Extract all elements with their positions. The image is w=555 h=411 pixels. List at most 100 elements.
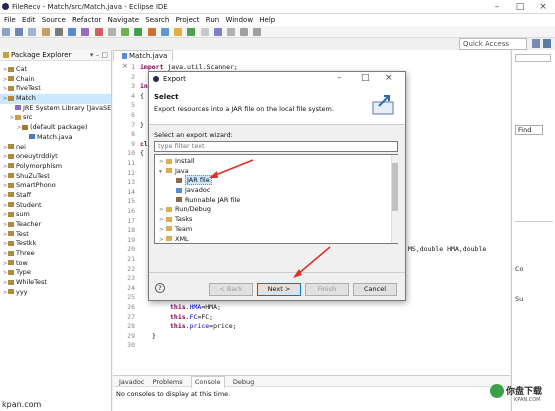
tree-item[interactable]: > Match <box>0 94 111 104</box>
menu-search[interactable]: Search <box>145 14 169 26</box>
java-icon <box>29 134 35 140</box>
step-icon[interactable] <box>107 28 116 36</box>
tree-item[interactable]: > tow <box>0 259 111 269</box>
tab-javadoc[interactable]: Javadoc <box>119 377 144 388</box>
code-line[interactable]: } <box>152 332 156 342</box>
save-icon[interactable] <box>15 28 24 36</box>
tree-item[interactable]: > SmartPhono <box>0 181 111 191</box>
menu-window[interactable]: Window <box>225 14 253 26</box>
debug-icon[interactable] <box>121 28 130 36</box>
wizard-item[interactable]: JAR file <box>155 175 397 186</box>
back-button[interactable]: < Back <box>209 283 253 296</box>
select-icon[interactable] <box>68 28 77 36</box>
menu-navigate[interactable]: Navigate <box>108 14 139 26</box>
tree-item[interactable]: > Type <box>0 268 111 278</box>
minimize-button[interactable]: – <box>486 1 508 13</box>
outline-item[interactable]: Su <box>515 295 523 303</box>
tree-item[interactable]: > Testkk <box>0 239 111 249</box>
close-button[interactable]: × <box>532 1 554 13</box>
new-package-icon[interactable] <box>174 28 183 36</box>
code-line[interactable]: { <box>140 92 144 102</box>
outline-item[interactable]: Co <box>515 265 524 273</box>
wizard-scrollbar[interactable] <box>391 155 398 243</box>
close-button[interactable]: × <box>385 73 393 83</box>
tree-item[interactable]: > fiveTest <box>0 84 111 94</box>
tree-item[interactable]: > nei <box>0 143 111 153</box>
forward-icon[interactable] <box>253 28 262 36</box>
toggle-icon[interactable] <box>54 28 63 36</box>
new-class-icon[interactable] <box>187 28 196 36</box>
code-line[interactable]: MS,double HMA,double <box>408 245 486 255</box>
open-type-icon[interactable] <box>200 28 209 36</box>
help-icon[interactable]: ? <box>155 283 165 293</box>
tree-item[interactable]: > src <box>0 113 111 123</box>
tree-item[interactable]: JRE System Library [JavaSE <box>0 104 111 114</box>
tree-item[interactable]: > Chain <box>0 75 111 85</box>
wizard-item[interactable]: > Team <box>155 225 397 235</box>
wizard-item[interactable]: Runnable JAR file <box>155 196 397 206</box>
external-tools-icon[interactable] <box>147 28 156 36</box>
tab-debug[interactable]: Debug <box>233 377 254 388</box>
run-icon[interactable] <box>134 28 143 36</box>
view-menu-icon[interactable]: ▾ – □ <box>90 50 108 61</box>
finish-button[interactable]: Finish <box>305 283 349 296</box>
menu-project[interactable]: Project <box>176 14 200 26</box>
tree-item[interactable]: > yyy <box>0 288 111 298</box>
wizard-item[interactable]: > Run/Debug <box>155 205 397 215</box>
tree-item[interactable]: > sum <box>0 210 111 220</box>
find-input[interactable]: Find <box>515 125 543 135</box>
tree-item[interactable]: > Test <box>0 230 111 240</box>
code-line[interactable]: this.price=price; <box>170 322 237 332</box>
print-icon[interactable] <box>41 28 50 36</box>
mark-icon[interactable] <box>81 28 90 36</box>
tab-problems[interactable]: Problems <box>153 377 183 388</box>
wizard-item[interactable]: > XML <box>155 235 397 245</box>
tree-item[interactable]: > (default package) <box>0 123 111 133</box>
tab-match-java[interactable]: Match.java × <box>113 50 173 70</box>
wizard-item[interactable]: > Tasks <box>155 215 397 225</box>
annotation-icon[interactable] <box>226 28 235 36</box>
perspective-icon[interactable] <box>532 39 540 48</box>
menu-refactor[interactable]: Refactor <box>72 14 101 26</box>
wizard-item[interactable]: > Install <box>155 157 397 167</box>
code-line[interactable]: { <box>140 149 144 159</box>
maximize-button[interactable]: □ <box>361 73 370 83</box>
tree-item[interactable]: > Student <box>0 201 111 211</box>
next-button[interactable]: Next > <box>257 283 301 296</box>
main-toolbar <box>0 26 555 38</box>
wizard-item[interactable]: Javadoc <box>155 186 397 196</box>
new-java-project-icon[interactable] <box>160 28 169 36</box>
back-icon[interactable] <box>240 28 249 36</box>
search-icon[interactable] <box>213 28 222 36</box>
filter-input[interactable]: type filter text <box>154 141 398 152</box>
save-all-icon[interactable] <box>28 28 37 36</box>
new-icon[interactable] <box>2 28 10 36</box>
java-perspective-icon[interactable] <box>543 39 551 48</box>
tree-item[interactable]: > Staff <box>0 191 111 201</box>
tree-item[interactable]: > WhileTest <box>0 278 111 288</box>
code-line[interactable]: } <box>140 121 144 131</box>
tree-item[interactable]: > Cat <box>0 65 111 75</box>
minimize-button[interactable]: – <box>337 73 342 83</box>
code-line[interactable]: this.FC=FC; <box>170 313 213 323</box>
menu-help[interactable]: Help <box>259 14 275 26</box>
tree-item[interactable]: > Three <box>0 249 111 259</box>
maximize-button[interactable]: □ <box>509 1 531 13</box>
menu-edit[interactable]: Edit <box>22 14 36 26</box>
tree-item[interactable]: > Polymorphism <box>0 162 111 172</box>
tree-item[interactable]: Match.java <box>0 133 111 143</box>
cancel-button[interactable]: Cancel <box>353 283 397 296</box>
java-file-icon <box>122 53 127 59</box>
tree-item[interactable]: > ShuZuTest <box>0 172 111 182</box>
tree-item[interactable]: > oneuytrddiyt <box>0 152 111 162</box>
stop-icon[interactable] <box>94 28 103 36</box>
expand-icon[interactable]: > <box>159 236 166 246</box>
menu-source[interactable]: Source <box>42 14 66 26</box>
quick-access-input[interactable]: Quick Access <box>459 38 527 50</box>
menu-run[interactable]: Run <box>206 14 219 26</box>
tab-console[interactable]: Console <box>190 376 225 388</box>
menu-file[interactable]: File <box>4 14 16 26</box>
tree-item[interactable]: > Teacher <box>0 220 111 230</box>
expand-icon[interactable]: ▾ <box>159 168 166 178</box>
code-line[interactable]: this.HMA=HMA; <box>170 303 221 313</box>
